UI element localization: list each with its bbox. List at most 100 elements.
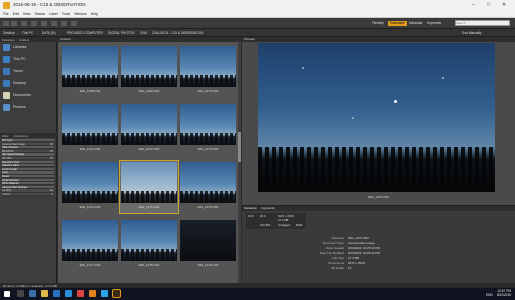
menu-file[interactable]: File: [3, 12, 9, 16]
refine-icon[interactable]: [51, 21, 57, 26]
thumbnail[interactable]: IMG_1273.CR2: [179, 103, 237, 155]
star-mark: [442, 77, 444, 79]
metadata-key: Bit Depth: [331, 266, 344, 270]
tab-metadata[interactable]: Metadata: [244, 206, 257, 210]
system-tray: ENG 10:57 PM 8/22/2016: [486, 289, 511, 297]
windows-start-icon[interactable]: [4, 291, 10, 297]
minimize-button[interactable]: –: [472, 2, 475, 8]
thumbnail-filename: IMG_1273.CR2: [197, 147, 219, 151]
thumbnail[interactable]: IMG_1272.CR2: [120, 103, 178, 155]
metadata-row: Filename IMG_1275.CR2: [252, 236, 492, 240]
tab-filter[interactable]: Filter: [0, 134, 11, 138]
thumbnail-treeline: [121, 133, 177, 145]
tab-content[interactable]: Content: [60, 37, 71, 41]
tab-collections[interactable]: Collections: [12, 134, 31, 138]
thumbnail-treeline: [121, 249, 177, 261]
back-icon[interactable]: [3, 21, 9, 26]
path-2016[interactable]: 2016: [140, 31, 147, 35]
favorite-this-pc[interactable]: This PC: [3, 55, 55, 65]
thumbnail-filename: IMG_1275.CR2: [138, 205, 160, 209]
filter-item[interactable]: Custom 0: [2, 193, 54, 197]
task-view-icon[interactable]: [29, 290, 36, 297]
preview-caption: IMG_1275.CR2: [368, 195, 389, 199]
thumbnail[interactable]: IMG_1269.CR2: [120, 45, 178, 97]
thumbnail-filename: IMG_1277.CR2: [79, 263, 101, 267]
edge-icon[interactable]: [53, 290, 60, 297]
menu-help[interactable]: Help: [91, 12, 98, 16]
tab-favorites[interactable]: Favorites: [0, 38, 16, 42]
metadata-value: 27.4 MB: [348, 256, 360, 260]
file-explorer-icon[interactable]: [41, 290, 48, 297]
sort-dropdown[interactable]: Sort Manually: [462, 31, 482, 35]
tab-folders[interactable]: Folders: [17, 38, 31, 42]
path-provided-computer[interactable]: PROVIDED COMPUTER: [67, 31, 103, 35]
bridge-icon[interactable]: [112, 289, 121, 298]
path-desktop[interactable]: Desktop: [3, 31, 15, 35]
documents-icon: [3, 92, 10, 99]
favorite-libraries[interactable]: Libraries: [3, 43, 55, 53]
search-input[interactable]: [455, 20, 510, 26]
thumbnail[interactable]: IMG_1268.CR2: [61, 45, 119, 97]
toolbar: Filmstrip Essentials Metadata Keywords: [0, 18, 515, 29]
favorite-desktop[interactable]: Desktop: [3, 79, 55, 89]
menu-edit[interactable]: Edit: [13, 12, 19, 16]
search-icon[interactable]: [17, 290, 24, 297]
firefox-icon[interactable]: [89, 290, 96, 297]
output-icon[interactable]: [71, 21, 77, 26]
forward-icon[interactable]: [11, 21, 17, 26]
path-data-drive[interactable]: DATA (D:): [42, 31, 56, 35]
menu-tools[interactable]: Tools: [62, 12, 70, 16]
metadata-key: Filename: [331, 236, 344, 240]
thumbnail[interactable]: IMG_1275.CR2: [119, 160, 179, 214]
workspace-metadata[interactable]: Metadata: [407, 21, 424, 26]
boomerang-icon[interactable]: [31, 21, 37, 26]
scrollbar-thumb[interactable]: [238, 132, 241, 162]
title-bar: 2016-08-19 - C15 & OBSERVATION – □ ✕: [0, 0, 515, 11]
chrome-icon[interactable]: [77, 290, 84, 297]
thumbnail[interactable]: IMG_1278.CR2: [120, 219, 178, 271]
path-this-pc[interactable]: This PC: [22, 31, 33, 35]
menu-stacks[interactable]: Stacks: [35, 12, 46, 16]
color-profile-value: Untagged: [278, 223, 291, 227]
filter-count: 20: [50, 142, 53, 146]
thumbnail[interactable]: IMG_1276.CR2: [179, 161, 237, 213]
tab-keywords[interactable]: Keywords: [261, 206, 274, 210]
store-icon[interactable]: [65, 290, 72, 297]
menu-view[interactable]: View: [23, 12, 31, 16]
camera-icon[interactable]: [41, 21, 47, 26]
tab-preview[interactable]: Preview: [244, 37, 255, 41]
thumbnail[interactable]: IMG_1277.CR2: [61, 219, 119, 271]
menu-label[interactable]: Label: [49, 12, 58, 16]
workspace-keywords[interactable]: Keywords: [425, 21, 443, 26]
thumbnail-treeline: [180, 133, 236, 145]
thumbnail[interactable]: IMG_1270.CR2: [179, 45, 237, 97]
thumbnail-treeline: [62, 75, 118, 87]
shutter-value: 30.0: [260, 214, 266, 218]
favorite-travel[interactable]: Travel: [3, 67, 55, 77]
metadata-value: IMG_1275.CR2: [348, 236, 369, 240]
path-digital-photos[interactable]: DIGITAL PHOTOS: [108, 31, 134, 35]
language-indicator[interactable]: ENG: [486, 293, 493, 297]
photoshop-icon[interactable]: [101, 290, 108, 297]
filter-label: File Type: [2, 139, 13, 142]
workspace-filmstrip[interactable]: Filmstrip: [370, 21, 386, 26]
metadata-key: Dimensions: [328, 261, 344, 265]
clock-date[interactable]: 8/22/2016: [497, 293, 511, 297]
maximize-button[interactable]: □: [487, 2, 490, 8]
favorite-pictures[interactable]: Pictures: [3, 103, 55, 113]
path-current-folder[interactable]: 2016-08-19 - C15 & OBSERVATION: [152, 31, 203, 35]
thumbnail-filename: IMG_1278.CR2: [138, 263, 160, 267]
thumbnail-filename: IMG_1269.CR2: [138, 89, 160, 93]
open-in-camera-raw-icon[interactable]: [61, 21, 67, 26]
thumbnail[interactable]: IMG_1279.CR2: [179, 219, 237, 271]
favorite-documents[interactable]: Documents: [3, 91, 55, 101]
close-button[interactable]: ✕: [502, 2, 506, 8]
menu-window[interactable]: Window: [74, 12, 86, 16]
workspace-essentials[interactable]: Essentials: [388, 21, 407, 26]
content-scrollbar[interactable]: [238, 42, 241, 283]
filter-count: 20: [50, 149, 53, 153]
desktop-icon: [3, 80, 10, 87]
thumbnail[interactable]: IMG_1274.CR2: [61, 161, 119, 213]
thumbnail[interactable]: IMG_1271.CR2: [61, 103, 119, 155]
recent-folders-icon[interactable]: [21, 21, 27, 26]
